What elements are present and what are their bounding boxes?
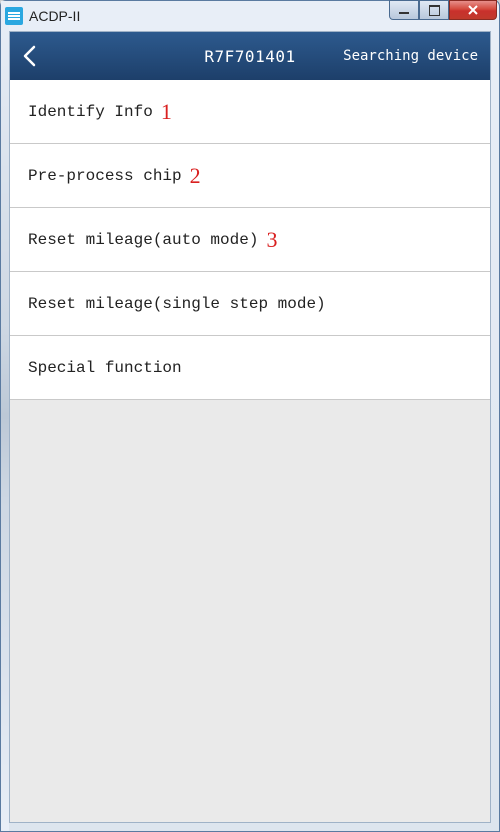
- app-header: R7F701401 Searching device: [10, 32, 490, 80]
- menu-item-reset-mileage-auto[interactable]: Reset mileage(auto mode) 3: [10, 208, 490, 272]
- annotation-number: 2: [190, 163, 201, 189]
- close-icon: [467, 4, 479, 16]
- maximize-button[interactable]: [419, 0, 449, 20]
- menu-item-reset-mileage-single[interactable]: Reset mileage(single step mode): [10, 272, 490, 336]
- menu-item-label: Pre-process chip: [28, 167, 182, 185]
- app-icon: [5, 7, 23, 25]
- window-controls: [389, 0, 497, 20]
- menu-item-label: Reset mileage(single step mode): [28, 295, 326, 313]
- menu-list: Identify Info 1 Pre-process chip 2 Reset…: [10, 80, 490, 400]
- annotation-number: 1: [161, 99, 172, 125]
- menu-item-identify-info[interactable]: Identify Info 1: [10, 80, 490, 144]
- minimize-button[interactable]: [389, 0, 419, 20]
- close-button[interactable]: [449, 0, 497, 20]
- device-status: Searching device: [343, 48, 478, 64]
- page-title: R7F701401: [204, 47, 295, 66]
- menu-item-label: Identify Info: [28, 103, 153, 121]
- annotation-number: 3: [266, 227, 277, 253]
- back-button[interactable]: [22, 32, 52, 80]
- menu-item-label: Reset mileage(auto mode): [28, 231, 258, 249]
- window-left-border: [1, 1, 9, 831]
- menu-item-label: Special function: [28, 359, 182, 377]
- client-area: R7F701401 Searching device Identify Info…: [9, 31, 491, 823]
- window-frame: ACDP-II R7F701401 Searching device Ident: [0, 0, 500, 832]
- window-titlebar[interactable]: ACDP-II: [1, 1, 499, 31]
- menu-item-special-function[interactable]: Special function: [10, 336, 490, 400]
- menu-item-pre-process-chip[interactable]: Pre-process chip 2: [10, 144, 490, 208]
- chevron-left-icon: [22, 45, 38, 67]
